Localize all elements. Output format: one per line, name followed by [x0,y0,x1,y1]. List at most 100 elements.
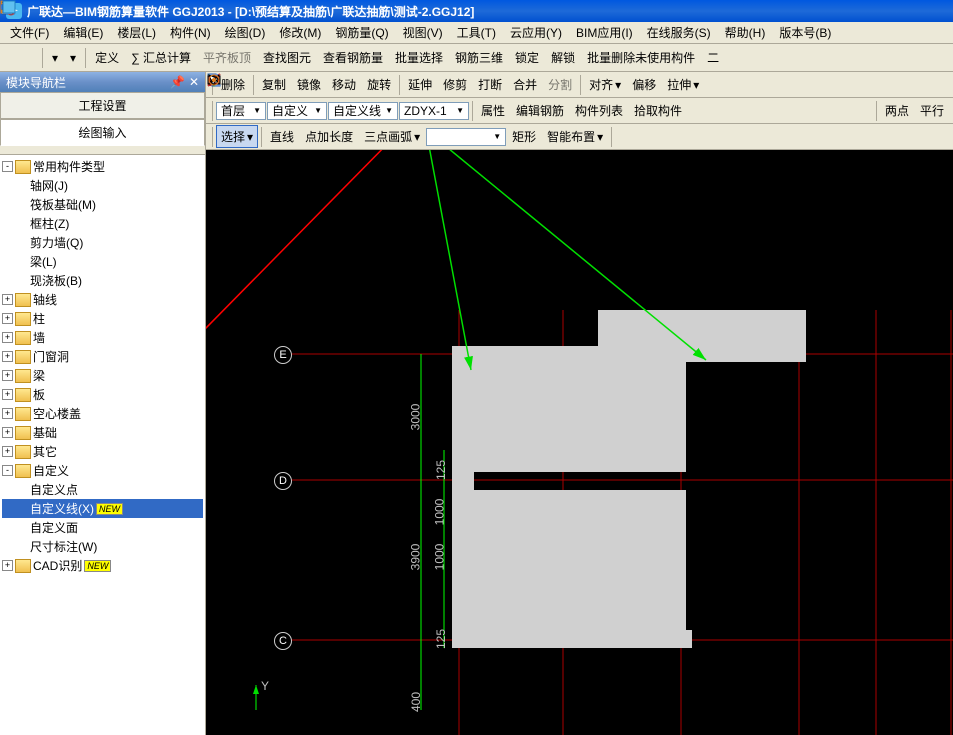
tree-door[interactable]: +门窗洞 [2,347,203,366]
select-button[interactable]: 选择 ▾ [216,125,258,148]
pickup-button[interactable]: 拾取构件 [629,99,687,122]
tree-raft[interactable]: 筏板基础(M) [2,195,203,214]
dim-1000b: 1000 [432,544,446,571]
dim-125b: 125 [434,629,448,649]
tab-project-settings[interactable]: 工程设置 [0,92,205,118]
tree-foundation[interactable]: +基础 [2,423,203,442]
batch-select-button[interactable]: 批量选择 [390,46,448,69]
draw-option-dropdown[interactable]: ▼ [426,128,506,146]
sum-button[interactable]: ∑ 汇总计算 [126,46,196,69]
undo-icon[interactable]: ▾ [47,48,63,68]
tree-slab[interactable]: 现浇板(B) [2,271,203,290]
svg-text:Y: Y [261,679,269,693]
tree-dimension[interactable]: 尺寸标注(W) [2,537,203,556]
two-button[interactable]: 二 [702,46,724,69]
tree-custom-area[interactable]: 自定义面 [2,518,203,537]
find-button[interactable]: 查找图元 [258,46,316,69]
title-bar: ✦ 广联达—BIM钢筋算量软件 GGJ2013 - [D:\预结算及抽筋\广联达… [0,0,953,22]
tree-axis[interactable]: +轴线 [2,290,203,309]
rect-button[interactable]: 矩形 [507,125,541,148]
break-button[interactable]: 打断 [473,73,507,96]
rotate-button[interactable]: 旋转 [362,73,396,96]
menu-bar: 文件(F) 编辑(E) 楼层(L) 构件(N) 绘图(D) 修改(M) 钢筋量(… [0,22,953,44]
type-dropdown[interactable]: 自定义线▼ [328,102,398,120]
rebar-qty-button[interactable]: 查看钢筋量 [318,46,388,69]
extend-button[interactable]: 延伸 [403,73,437,96]
content-area: 删除 复制 镜像 移动 旋转 延伸 修剪 打断 合并 分割 对齐 ▾ 偏移 拉伸… [206,72,953,735]
menu-modify[interactable]: 修改(M) [273,22,327,43]
menu-view[interactable]: 视图(V) [397,22,449,43]
menu-tool[interactable]: 工具(T) [451,22,502,43]
dim-3900: 3900 [408,544,422,571]
category-dropdown[interactable]: 自定义▼ [267,102,327,120]
new-icon[interactable] [4,55,14,61]
edit-rebar-button[interactable]: 编辑钢筋 [511,99,569,122]
floor-dropdown[interactable]: 首层▼ [216,102,266,120]
menu-bim[interactable]: BIM应用(I) [570,22,639,43]
tree-grid[interactable]: 轴网(J) [2,176,203,195]
batch-delete-button[interactable]: 批量删除未使用构件 [582,46,700,69]
menu-floor[interactable]: 楼层(L) [111,22,162,43]
flat-button[interactable]: 平齐板顶 [198,46,256,69]
tree-custom-line[interactable]: 自定义线(X)NEW [2,499,203,518]
line-button[interactable]: 直线 [265,125,299,148]
smart-layout-button[interactable]: 智能布置 ▾ [542,125,608,148]
tree-cad[interactable]: +CAD识别NEW [2,556,203,575]
close-icon[interactable]: ✕ [189,75,199,89]
tree-view[interactable]: -常用构件类型 轴网(J) 筏板基础(M) 框柱(Z) 剪力墙(Q) 梁(L) … [0,155,205,735]
offset-button[interactable]: 偏移 [627,73,661,96]
menu-version[interactable]: 版本号(B) [773,22,837,43]
move-button[interactable]: 移动 [327,73,361,96]
arc3-button[interactable]: 三点画弧 ▾ [359,125,425,148]
tree-col[interactable]: +柱 [2,309,203,328]
tree-shearwall[interactable]: 剪力墙(Q) [2,233,203,252]
separator [42,48,43,68]
tree-common[interactable]: -常用构件类型 [2,157,203,176]
tree-void[interactable]: +空心楼盖 [2,404,203,423]
menu-online[interactable]: 在线服务(S) [641,22,717,43]
menu-rebar[interactable]: 钢筋量(Q) [329,22,394,43]
tree-slab2[interactable]: +板 [2,385,203,404]
sidebar: 模块导航栏 📌 ✕ 工程设置 绘图输入 -常用构件类型 轴网(J) 筏板基础(M… [0,72,206,735]
tree-other[interactable]: +其它 [2,442,203,461]
tab-draw-input[interactable]: 绘图输入 [0,119,205,146]
menu-component[interactable]: 构件(N) [164,22,217,43]
menu-file[interactable]: 文件(F) [4,22,55,43]
pin-icon[interactable]: 📌 [170,75,185,89]
axis-label-e: E [274,346,292,364]
tree-wall[interactable]: +墙 [2,328,203,347]
stretch-button[interactable]: 拉伸 ▾ [662,73,704,96]
menu-help[interactable]: 帮助(H) [719,22,772,43]
lock-button[interactable]: 锁定 [510,46,544,69]
copy-button[interactable]: 复制 [257,73,291,96]
menu-draw[interactable]: 绘图(D) [219,22,272,43]
drawing-canvas[interactable]: Y E D C 3000 3900 400 125 1000 1000 125 [206,150,953,735]
mirror-button[interactable]: 镜像 [292,73,326,96]
two-point-button[interactable]: 两点 [880,99,914,122]
helmet-icon[interactable] [839,25,855,41]
merge-button[interactable]: 合并 [508,73,542,96]
align-button[interactable]: 对齐 ▾ [584,73,626,96]
point-length-button[interactable]: 点加长度 [300,125,358,148]
define-button[interactable]: 定义 [90,46,124,69]
rebar-3d-button[interactable]: 钢筋三维 [450,46,508,69]
menu-cloud[interactable]: 云应用(Y) [504,22,568,43]
tree-beam[interactable]: 梁(L) [2,252,203,271]
redo-icon[interactable]: ▾ [65,48,81,68]
main-layout: 模块导航栏 📌 ✕ 工程设置 绘图输入 -常用构件类型 轴网(J) 筏板基础(M… [0,72,953,735]
tree-custom[interactable]: -自定义 [2,461,203,480]
tree-beam2[interactable]: +梁 [2,366,203,385]
instance-dropdown[interactable]: ZDYX-1▼ [399,102,469,120]
parallel-button[interactable]: 平行 [915,99,949,122]
sidebar-title: 模块导航栏 📌 ✕ [0,72,205,92]
save-icon[interactable] [28,55,38,61]
component-list-button[interactable]: 构件列表 [570,99,628,122]
property-button[interactable]: 属性 [476,99,510,122]
menu-edit[interactable]: 编辑(E) [57,22,109,43]
tree-custom-point[interactable]: 自定义点 [2,480,203,499]
split-button[interactable]: 分割 [543,73,577,96]
tree-column[interactable]: 框柱(Z) [2,214,203,233]
unlock-button[interactable]: 解锁 [546,46,580,69]
trim-button[interactable]: 修剪 [438,73,472,96]
open-icon[interactable] [16,55,26,61]
